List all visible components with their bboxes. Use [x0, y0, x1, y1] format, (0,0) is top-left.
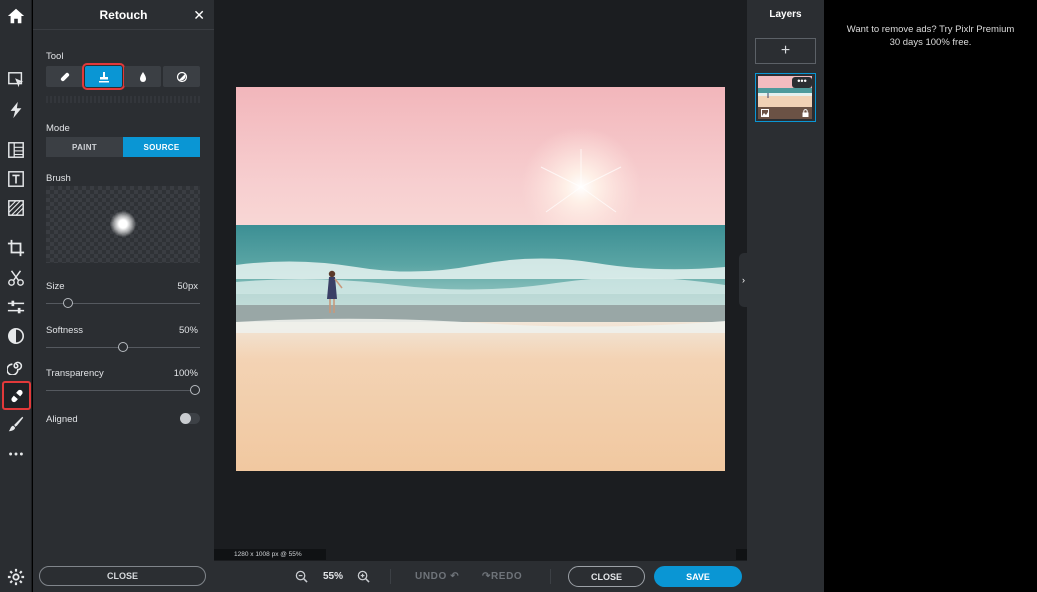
transparency-slider-knob[interactable] [190, 385, 200, 395]
size-label: Size [46, 281, 64, 292]
bottom-bar: 55% UNDO ↶ ↷REDO CLOSE SAVE [214, 561, 747, 592]
undo-button[interactable]: UNDO ↶ [415, 571, 459, 582]
add-layer-button[interactable]: + [755, 38, 816, 64]
arrange-icon[interactable] [3, 67, 29, 93]
tool-sidebar [0, 0, 32, 592]
ad-line-2: 30 days 100% free. [824, 36, 1037, 49]
layers-panel: Layers + ••• [747, 0, 824, 592]
image-info-status: 1280 x 1008 px @ 55% [214, 549, 326, 560]
mode-label: Mode [46, 123, 70, 134]
softness-value: 50% [179, 325, 198, 336]
settings-gear-icon[interactable] [3, 564, 29, 590]
divider [550, 569, 551, 584]
texture-icon[interactable] [3, 195, 29, 221]
image-layer-icon [761, 109, 769, 117]
size-slider-knob[interactable] [63, 298, 73, 308]
size-value: 50px [177, 281, 198, 292]
canvas-area [214, 0, 747, 561]
divider [390, 569, 391, 584]
retouch-bandage-icon[interactable] [2, 381, 31, 410]
layer-item[interactable]: ••• [755, 73, 816, 122]
home-icon[interactable] [3, 3, 29, 29]
layers-title: Layers [747, 9, 824, 20]
transparency-label: Transparency [46, 368, 104, 379]
redo-button[interactable]: ↷REDO [482, 571, 522, 582]
tool-label: Tool [46, 51, 63, 62]
redo-label: REDO [491, 571, 522, 582]
transparency-value: 100% [174, 368, 198, 379]
brush-tip [110, 211, 136, 237]
sponge-tool-button[interactable] [163, 66, 200, 87]
layer-info-bar [758, 107, 812, 119]
zoom-out-icon[interactable] [295, 570, 308, 583]
undo-label: UNDO [415, 571, 447, 582]
zoom-in-icon[interactable] [357, 570, 370, 583]
size-slider[interactable] [46, 303, 200, 304]
status-corner [736, 549, 747, 560]
undo-arrow-icon: ↶ [450, 571, 459, 582]
aligned-label: Aligned [46, 414, 78, 425]
bandage-icon [59, 71, 71, 83]
beach-photo[interactable] [236, 87, 725, 471]
photo-editor: Retouch ✕ Tool Mode PAINT SOURCE Brush [0, 0, 1037, 592]
blur-tool-button[interactable] [124, 66, 161, 87]
panel-title: Retouch [33, 8, 214, 22]
more-tools-icon[interactable] [3, 441, 29, 467]
section-divider [46, 96, 200, 103]
cutout-scissors-icon[interactable] [3, 265, 29, 291]
mode-source-button[interactable]: SOURCE [123, 137, 200, 157]
panel-close-button[interactable]: CLOSE [39, 566, 206, 586]
layout-icon[interactable] [3, 137, 29, 163]
half-circle-icon [176, 71, 188, 83]
text-icon[interactable] [3, 166, 29, 192]
drop-icon [137, 71, 149, 83]
stamp-icon [98, 71, 110, 83]
retouch-panel: Retouch ✕ Tool Mode PAINT SOURCE Brush [33, 0, 214, 592]
panel-header: Retouch ✕ [33, 0, 214, 30]
softness-label: Softness [46, 325, 83, 336]
adjust-sliders-icon[interactable] [3, 294, 29, 320]
tool-selector [46, 66, 200, 87]
ad-line-1: Want to remove ads? Try Pixlr Premium [824, 23, 1037, 36]
auto-fix-icon[interactable] [3, 97, 29, 123]
aligned-toggle-knob [180, 413, 191, 424]
softness-slider[interactable] [46, 347, 200, 348]
clone-stamp-tool-button[interactable] [85, 66, 122, 87]
save-button[interactable]: SAVE [654, 566, 742, 587]
transparency-slider[interactable] [46, 390, 200, 391]
filter-icon[interactable] [3, 323, 29, 349]
mode-paint-button[interactable]: PAINT [46, 137, 123, 157]
redo-arrow-icon: ↷ [482, 571, 491, 582]
crop-icon[interactable] [3, 235, 29, 261]
aligned-toggle[interactable] [180, 413, 200, 424]
liquify-swirl-icon[interactable] [3, 353, 29, 379]
brush-label: Brush [46, 173, 71, 184]
layer-options-button[interactable]: ••• [792, 77, 812, 88]
ad-message[interactable]: Want to remove ads? Try Pixlr Premium 30… [824, 23, 1037, 49]
ad-area: Want to remove ads? Try Pixlr Premium 30… [824, 0, 1037, 592]
lock-icon[interactable] [802, 109, 809, 117]
heal-tool-button[interactable] [46, 66, 83, 87]
draw-brush-icon[interactable] [3, 411, 29, 437]
brush-preview[interactable] [46, 186, 200, 263]
panel-close-icon[interactable]: ✕ [193, 7, 205, 24]
close-button[interactable]: CLOSE [568, 566, 645, 587]
zoom-level: 55% [323, 571, 343, 582]
softness-slider-knob[interactable] [118, 342, 128, 352]
mode-toggle: PAINT SOURCE [46, 137, 200, 157]
